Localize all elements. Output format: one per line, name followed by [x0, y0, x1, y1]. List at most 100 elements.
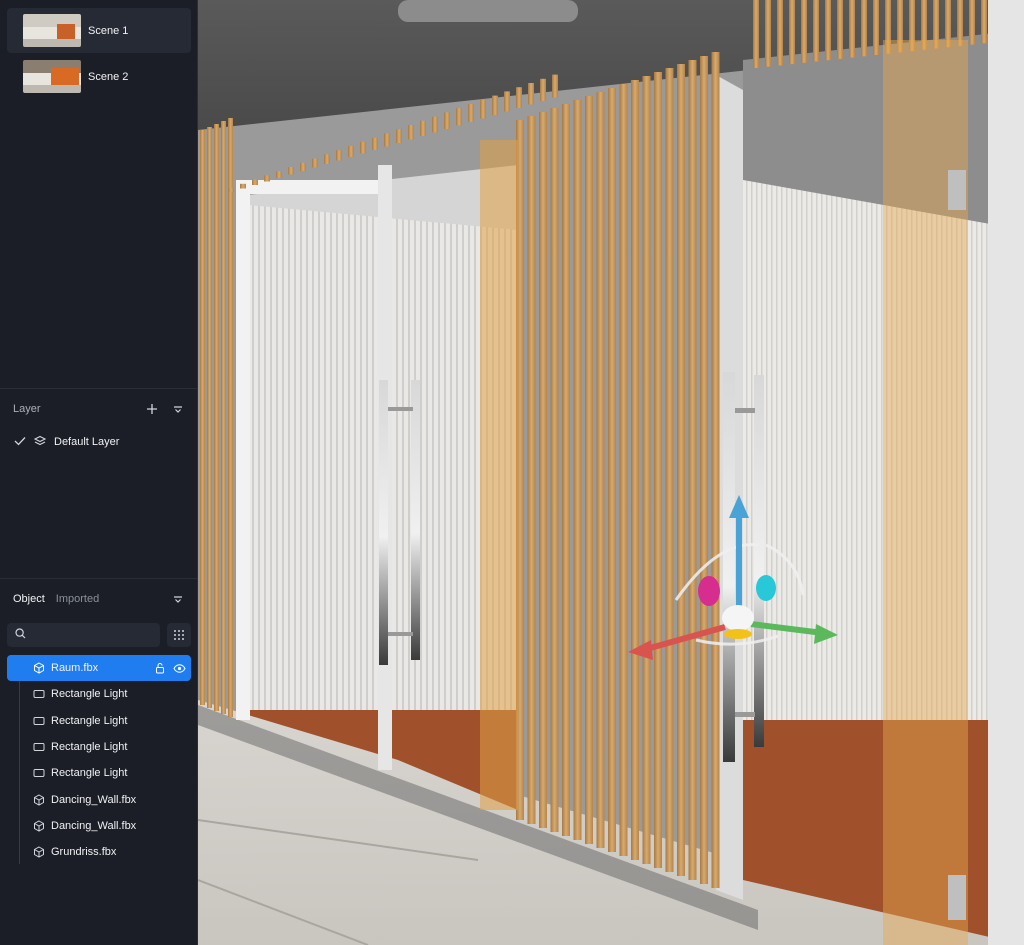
wood-slat [444, 112, 450, 129]
cube-icon [33, 820, 45, 832]
wood-slat [813, 0, 819, 62]
object-label: Rectangle Light [51, 688, 128, 701]
object-item-dancing-wall[interactable]: Dancing_Wall.fbx [7, 813, 191, 839]
scene-thumbnail [23, 14, 81, 47]
wood-slat [550, 108, 559, 832]
scene-label: Scene 2 [88, 70, 129, 83]
wood-slat [837, 0, 843, 59]
door-handle-left-b [411, 380, 420, 660]
plus-icon[interactable] [144, 401, 160, 417]
scene-item-1[interactable]: Scene 1 [7, 8, 191, 53]
wood-slat [608, 88, 616, 852]
object-label: Dancing_Wall.fbx [51, 793, 137, 806]
object-tabs: Object Imported [0, 579, 198, 619]
wood-slat [665, 68, 674, 872]
scene-item-2[interactable]: Scene 2 [7, 54, 191, 99]
door-handle-right-b [754, 375, 764, 747]
wood-slat [677, 64, 685, 876]
lock-icon[interactable] [153, 661, 167, 675]
layer-panel-title: Layer [13, 403, 41, 415]
chevron-down-icon[interactable] [170, 401, 186, 417]
wood-slat [631, 80, 639, 860]
eye-icon[interactable] [172, 661, 186, 675]
wood-slat [711, 52, 720, 888]
door-handle-left-a [379, 380, 388, 665]
object-label: Rectangle Light [51, 741, 128, 754]
object-item-rectangle-light[interactable]: Rectangle Light [7, 708, 191, 734]
wood-slats-left [200, 118, 233, 717]
wood-slat [207, 127, 212, 708]
wood-slat [789, 0, 795, 65]
wood-slat [312, 158, 318, 168]
wood-slat [873, 0, 879, 55]
rectangle-icon [33, 767, 45, 779]
scene-render[interactable] [198, 0, 1024, 945]
tab-object[interactable]: Object [13, 593, 45, 605]
wood-slat [540, 78, 546, 101]
check-icon[interactable] [14, 436, 26, 449]
wood-slat [252, 179, 258, 185]
search-box [7, 623, 160, 647]
3d-viewport[interactable] [198, 0, 1024, 945]
wood-slat [596, 92, 605, 848]
wood-slat [240, 183, 246, 189]
wood-slat [849, 0, 855, 58]
scene-list: Scene 1 Scene 2 [0, 0, 198, 388]
object-label: Dancing_Wall.fbx [51, 819, 137, 832]
wood-slat [801, 0, 807, 63]
wood-slat [969, 0, 975, 45]
wood-slat [516, 87, 522, 108]
wood-slat [420, 120, 426, 136]
cube-icon [33, 662, 45, 674]
object-item-grundriss[interactable]: Grundriss.fbx [7, 839, 191, 865]
rectangle-icon [33, 688, 45, 700]
scene-thumbnail [23, 60, 81, 93]
object-item-rectangle-light[interactable]: Rectangle Light [7, 760, 191, 786]
wood-slat [360, 141, 366, 154]
door-handle-right-a [723, 372, 735, 762]
wood-slat [527, 116, 536, 824]
wood-slat [528, 83, 534, 105]
wood-slat [456, 108, 462, 126]
rectangle-icon [33, 715, 45, 727]
scene-label: Scene 1 [88, 24, 129, 37]
wood-slat [688, 60, 697, 880]
rectangle-icon [33, 741, 45, 753]
wood-slat [336, 150, 342, 161]
wood-slat [200, 130, 205, 705]
grid-icon [174, 630, 184, 640]
wood-slat [861, 0, 867, 57]
layer-item-default[interactable]: Default Layer [0, 431, 198, 453]
wood-slat [228, 118, 233, 717]
wood-slat [654, 72, 662, 868]
tab-imported[interactable]: Imported [56, 593, 99, 605]
wood-slat [492, 95, 498, 115]
layer-label: Default Layer [54, 436, 120, 448]
wood-slat [957, 0, 963, 46]
layers-icon [33, 435, 47, 450]
wood-slat [324, 154, 330, 164]
grid-view-button[interactable] [167, 623, 191, 647]
object-item-raum[interactable]: Raum.fbx [7, 655, 191, 682]
search-input[interactable] [31, 629, 151, 641]
object-label: Raum.fbx [51, 662, 99, 675]
chevron-down-icon[interactable] [170, 591, 186, 607]
wood-slat [585, 96, 593, 844]
search-icon [15, 628, 26, 642]
object-item-rectangle-light[interactable]: Rectangle Light [7, 681, 191, 707]
object-item-dancing-wall[interactable]: Dancing_Wall.fbx [7, 786, 191, 812]
wood-slat [432, 116, 438, 133]
wood-slat [619, 84, 628, 856]
wood-slat [753, 0, 759, 68]
wood-slat [765, 0, 771, 67]
layer-panel-header: Layer [0, 389, 198, 429]
wood-slat [384, 133, 390, 147]
cube-icon [33, 846, 45, 858]
wood-slat [408, 125, 414, 140]
object-item-rectangle-light[interactable]: Rectangle Light [7, 734, 191, 760]
layer-panel: Layer Default Layer [0, 388, 198, 578]
wood-slat [504, 91, 510, 112]
wood-slat [539, 112, 547, 828]
ceiling-duct [398, 0, 578, 22]
object-panel: Object Imported Raum.fbx Rectangle Light… [0, 578, 198, 945]
